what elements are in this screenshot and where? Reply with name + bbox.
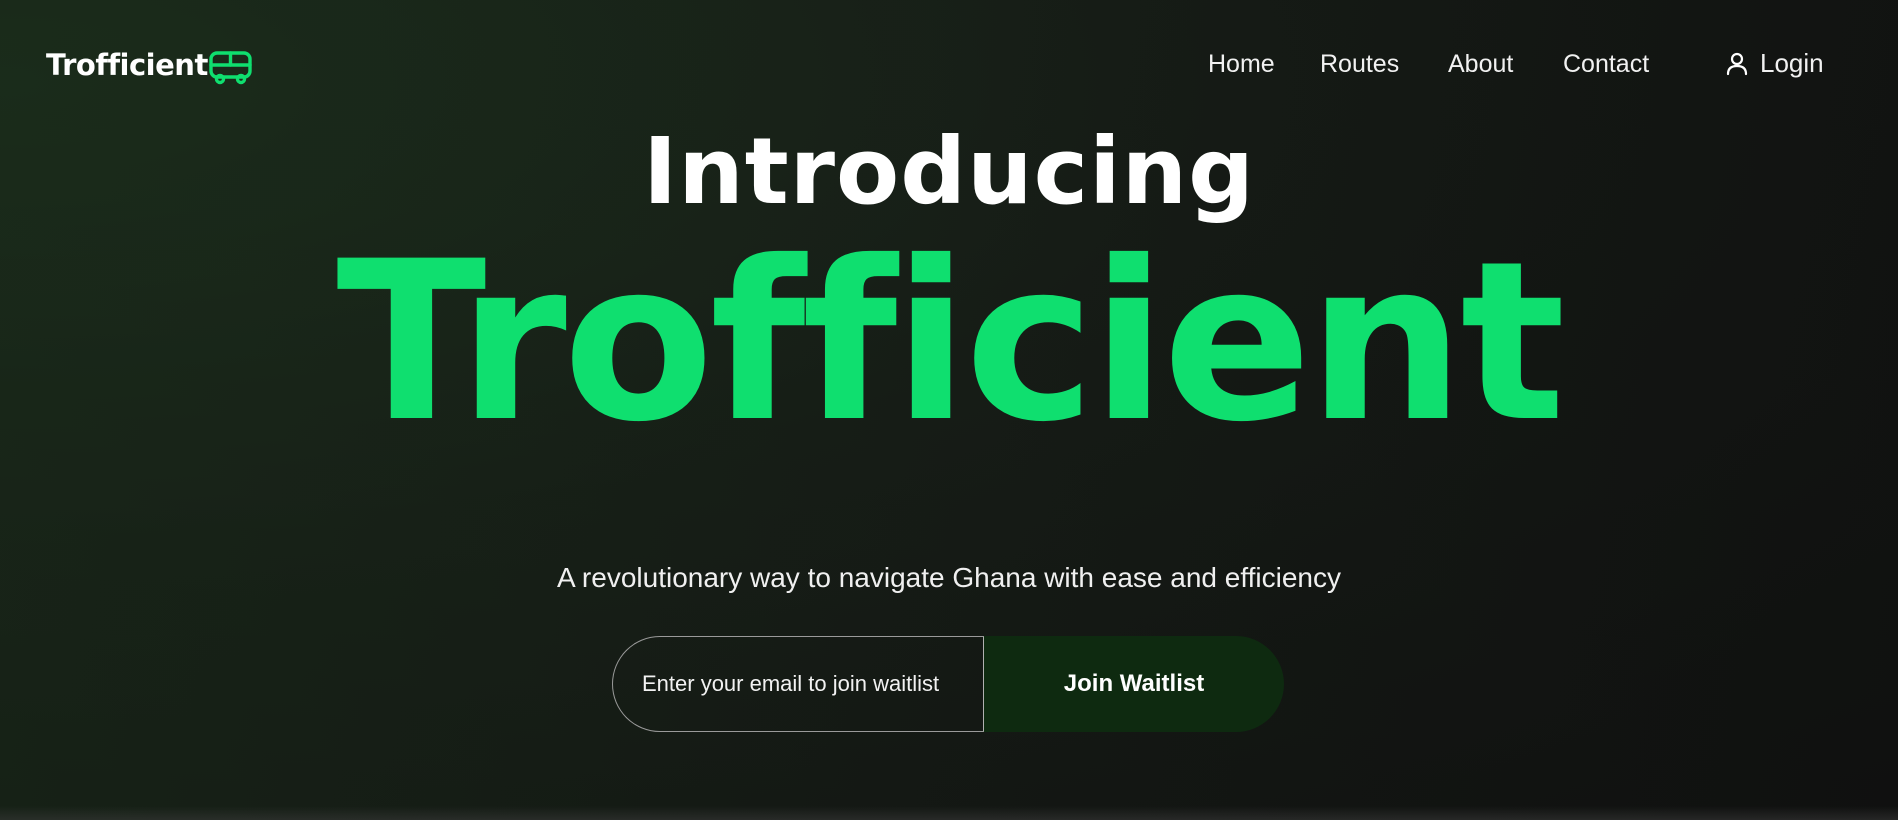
nav-routes[interactable]: Routes [1320,50,1399,79]
bus-icon [209,51,252,85]
hero-intro-heading: Introducing [642,118,1256,225]
user-icon [1726,52,1748,75]
bottom-fade [0,806,1898,820]
nav-contact[interactable]: Contact [1563,50,1649,79]
login-button[interactable]: Login [1726,48,1824,79]
brand-logo[interactable]: Trofficient [46,48,208,82]
login-label: Login [1760,48,1824,78]
nav-home[interactable]: Home [1208,50,1275,79]
join-waitlist-button[interactable]: Join Waitlist [984,636,1284,732]
email-input[interactable] [612,636,984,732]
waitlist-form: Join Waitlist [612,636,1284,732]
hero-subtitle: A revolutionary way to navigate Ghana wi… [557,562,1341,593]
hero-brand-title: Trofficient [336,214,1565,470]
nav-about[interactable]: About [1448,50,1513,79]
site-header: Trofficient Home Routes About Contact Lo… [0,0,1898,134]
